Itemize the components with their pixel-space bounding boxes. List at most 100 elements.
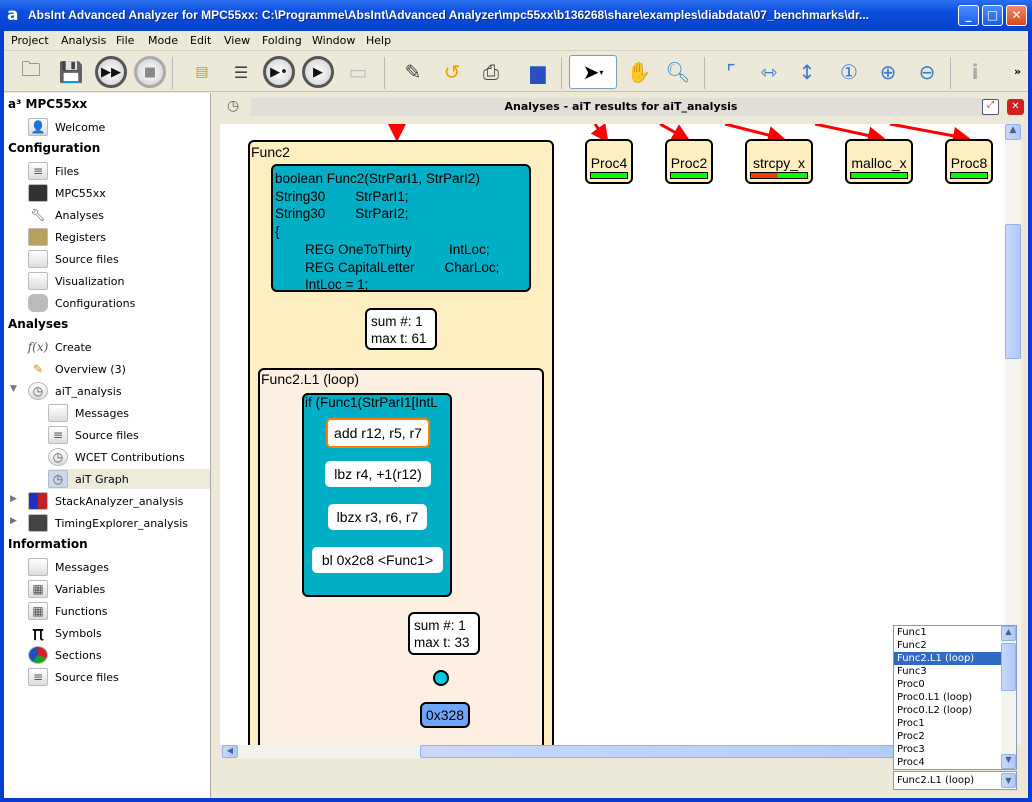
layout-icon[interactable]: ⌜ — [714, 55, 748, 89]
toolbar-overflow[interactable]: » — [1014, 65, 1021, 78]
func2-stats-box[interactable]: sum #: 1 max t: 61 — [365, 308, 437, 350]
ait-graph-canvas[interactable]: Func2 boolean Func2(StrParI1, StrParI2) S… — [220, 124, 1005, 745]
scroll-thumb[interactable] — [1001, 643, 1016, 691]
tree-item-timingexplorer[interactable]: TimingExplorer_analysis — [28, 513, 188, 533]
proc-node[interactable]: Proc4 — [585, 139, 633, 184]
proc-node[interactable]: Proc8 — [945, 139, 993, 184]
func2-code-block[interactable]: boolean Func2(StrParI1, StrParI2) String3… — [271, 164, 531, 292]
info-icon[interactable]: i — [958, 55, 992, 89]
tree-item-welcome[interactable]: 👤 Welcome — [28, 117, 105, 137]
dropdown-option[interactable]: Func2.L1 (loop) — [894, 652, 1002, 665]
tree-item-info-source-files[interactable]: ≡ Source files — [28, 667, 119, 687]
tree-item-source-files[interactable]: Source files — [28, 249, 119, 269]
zoom-out-icon[interactable]: ⊖ — [910, 55, 944, 89]
instruction[interactable]: lbz r4, +1(r12) — [325, 461, 431, 487]
presentation-icon[interactable]: ▭ — [341, 55, 375, 89]
function-select[interactable]: Func2.L1 (loop) ▼ — [893, 771, 1017, 790]
proc-node[interactable]: malloc_x — [845, 139, 913, 184]
tree-item-configurations[interactable]: Configurations — [28, 293, 135, 313]
scroll-down-button[interactable]: ▼ — [1001, 754, 1016, 769]
list-scrollbar[interactable]: ▲ ▼ — [1001, 626, 1016, 769]
minimize-button[interactable]: _ — [958, 5, 979, 26]
tree-item-symbols[interactable]: π Symbols — [28, 621, 102, 645]
dropdown-option[interactable]: Proc1 — [894, 717, 1002, 730]
tree-item-overview[interactable]: ✎ Overview (3) — [28, 359, 126, 379]
scroll-thumb[interactable] — [1005, 224, 1021, 359]
tree-item-wcet-contributions[interactable]: ◷ WCET Contributions — [48, 447, 185, 467]
scroll-up-button[interactable]: ▲ — [1001, 626, 1016, 641]
tree-item-files[interactable]: ≡ Files — [28, 161, 79, 181]
scroll-left-button[interactable]: ◀ — [222, 745, 238, 758]
horizontal-scrollbar[interactable]: ◀ — [222, 745, 1005, 758]
tree-item-functions[interactable]: ▦ Functions — [28, 601, 108, 621]
proc-node[interactable]: strcpy_x — [745, 139, 813, 184]
zoom-in-icon[interactable]: ⊕ — [871, 55, 905, 89]
menu-mode[interactable]: Mode — [148, 34, 178, 47]
instruction[interactable]: bl 0x2c8 <Func1> — [312, 547, 443, 573]
tree-item-stackanalyzer[interactable]: StackAnalyzer_analysis — [28, 491, 183, 511]
menu-window[interactable]: Window — [312, 34, 355, 47]
tree-item-info-messages[interactable]: Messages — [28, 557, 109, 577]
loop-stats-box[interactable]: sum #: 1 max t: 33 — [408, 612, 480, 655]
step-icon[interactable]: ▶• — [262, 55, 296, 89]
maximize-button[interactable]: □ — [982, 5, 1003, 26]
tree-item-variables[interactable]: ▦ Variables — [28, 579, 105, 599]
book-icon[interactable]: ▆ — [521, 55, 555, 89]
tree-item-ait-messages[interactable]: Messages — [48, 403, 129, 423]
proc-node[interactable]: Proc2 — [665, 139, 713, 184]
tree-item-visualization[interactable]: Visualization — [28, 271, 124, 291]
maximize-panel-button[interactable]: ⤢ — [982, 99, 999, 115]
print-icon[interactable]: ⎙ — [474, 55, 508, 89]
dropdown-option[interactable]: Proc4 — [894, 756, 1002, 769]
address-node[interactable]: 0x328 — [420, 702, 470, 728]
tree-item-ait-graph[interactable]: ◷ aiT Graph — [48, 469, 210, 489]
save-icon[interactable]: 💾 — [54, 55, 88, 89]
pointer-icon[interactable]: ➤ ▾ — [569, 55, 617, 89]
menu-folding[interactable]: Folding — [262, 34, 302, 47]
instruction[interactable]: add r12, r5, r7 — [326, 418, 430, 448]
graph-icon[interactable]: ▤ — [185, 55, 219, 89]
tree-item-sections[interactable]: Sections — [28, 645, 102, 665]
play-icon[interactable]: ▶ — [301, 55, 335, 89]
menu-file[interactable]: File — [116, 34, 134, 47]
tree-item-analyses[interactable]: 🔧︎ Analyses — [28, 205, 104, 225]
expand-arrow-icon[interactable]: ▼ — [10, 384, 17, 394]
list-icon[interactable]: ☰ — [224, 55, 258, 89]
tree-root[interactable]: a³ MPC55xx — [8, 97, 87, 111]
tree-item-mpc55xx[interactable]: MPC55xx — [28, 183, 106, 203]
join-node[interactable] — [433, 670, 449, 686]
menu-help[interactable]: Help — [366, 34, 391, 47]
loop-basic-block[interactable]: if (Func1(StrParI1[IntL add r12, r5, r7 … — [302, 393, 452, 597]
stop-icon[interactable]: ■ — [133, 55, 167, 89]
layout-horizontal-icon[interactable]: ⇿ — [752, 55, 786, 89]
function-dropdown-list[interactable]: Func1 Func2 Func2.L1 (loop) Func3 Proc0 Proc0… — [893, 625, 1017, 770]
dropdown-option[interactable]: Proc0 — [894, 678, 1002, 691]
dropdown-option[interactable]: Func3 — [894, 665, 1002, 678]
tree-item-ait-analysis[interactable]: ◷ aiT_analysis — [28, 381, 122, 401]
menu-view[interactable]: View — [224, 34, 250, 47]
tree-item-create[interactable]: f(x) Create — [28, 337, 92, 357]
run-all-icon[interactable]: ▶▶ — [94, 55, 128, 89]
layout-vertical-icon[interactable]: ↕ — [790, 55, 824, 89]
zoom-reset-icon[interactable]: ① — [832, 55, 866, 89]
edit-save-icon[interactable]: ✎ — [396, 55, 430, 89]
undo-icon[interactable]: ↺ — [435, 55, 469, 89]
tree-item-ait-source-files[interactable]: ≡ Source files — [48, 425, 139, 445]
scroll-up-button[interactable]: ▲ — [1005, 124, 1021, 140]
close-panel-button[interactable]: ✕ — [1007, 99, 1024, 115]
menu-edit[interactable]: Edit — [190, 34, 211, 47]
close-button[interactable]: ✕ — [1006, 5, 1027, 26]
dropdown-option[interactable]: Proc0.L2 (loop) — [894, 704, 1002, 717]
dropdown-option[interactable]: Proc0.L1 (loop) — [894, 691, 1002, 704]
dropdown-option[interactable]: Func1 — [894, 626, 1002, 639]
dropdown-arrow-icon[interactable]: ▼ — [1001, 773, 1016, 788]
menu-analysis[interactable]: Analysis — [61, 34, 106, 47]
tree-item-registers[interactable]: Registers — [28, 227, 106, 247]
dropdown-option[interactable]: Proc2 — [894, 730, 1002, 743]
dropdown-option[interactable]: Proc3 — [894, 743, 1002, 756]
collapse-arrow-icon[interactable]: ▶ — [10, 516, 17, 526]
open-icon[interactable]: 🗀 — [14, 55, 48, 89]
hand-icon[interactable]: ✋ — [622, 55, 656, 89]
dropdown-option[interactable]: Func2 — [894, 639, 1002, 652]
menu-project[interactable]: Project — [11, 34, 49, 47]
